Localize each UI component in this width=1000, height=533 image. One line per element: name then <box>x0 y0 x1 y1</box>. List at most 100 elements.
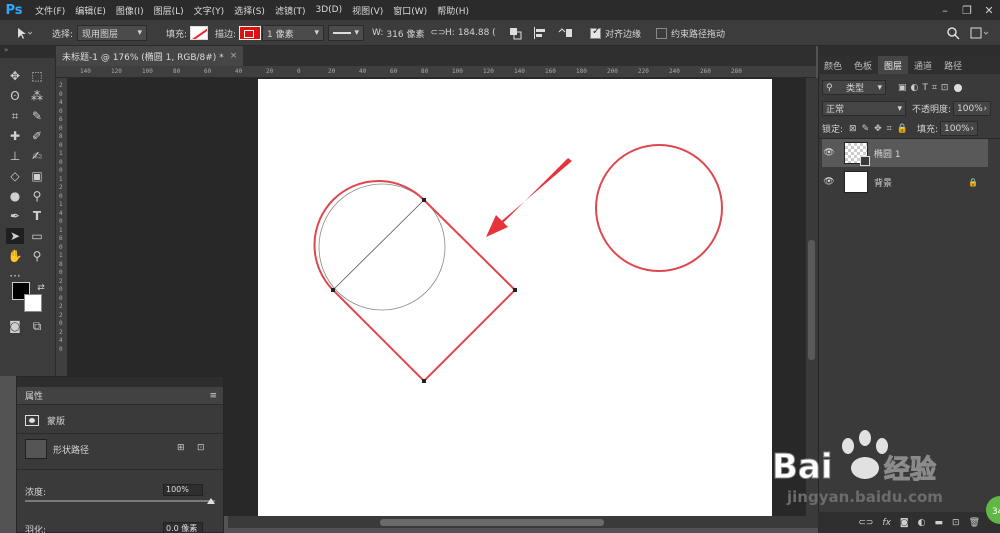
rectangle-tool-icon[interactable]: ▭ <box>28 228 46 244</box>
eraser-tool-icon[interactable]: ◇ <box>6 168 24 184</box>
add-mask-icon[interactable]: ⊞ <box>177 443 185 453</box>
density-input[interactable]: 100% <box>163 484 203 496</box>
search-icon[interactable] <box>946 24 960 42</box>
lasso-tool-icon[interactable]: ʘ <box>6 88 24 104</box>
hand-tool-icon[interactable]: ✋ <box>6 248 24 264</box>
stroke-type-dropdown[interactable]: ▾ <box>328 25 364 41</box>
history-brush-tool-icon[interactable]: ✍ <box>28 148 46 164</box>
tab-color[interactable]: 颜色 <box>818 56 848 74</box>
layer-kind-filter[interactable]: ⚲ 类型 ▾ <box>822 80 886 95</box>
path-selection-tool-icon[interactable]: ➤ <box>6 228 24 244</box>
dodge-tool-icon[interactable]: ⚲ <box>28 188 46 204</box>
menu-select[interactable]: 选择(S) <box>229 4 270 17</box>
stroke-swatch[interactable] <box>239 26 262 40</box>
tab-layers[interactable]: 图层 <box>878 56 909 74</box>
blur-tool-icon[interactable]: ● <box>6 188 24 204</box>
feather-input[interactable]: 0.0 像素 <box>163 522 203 533</box>
align-edges-checkbox[interactable] <box>590 26 601 39</box>
layer-row-ellipse[interactable]: 👁 椭圆 1 <box>822 139 988 167</box>
brush-tool-icon[interactable]: ✐ <box>28 128 46 144</box>
move-tool-icon[interactable]: ✥ <box>6 68 24 84</box>
transformed-shape[interactable] <box>313 180 517 383</box>
path-select-tool-icon[interactable] <box>14 24 32 42</box>
menu-type[interactable]: 文字(Y) <box>189 4 230 17</box>
background-color-swatch[interactable] <box>24 294 42 312</box>
stroke-width-dropdown[interactable]: 1 像素 ▾ <box>262 25 324 41</box>
swap-colors-icon[interactable]: ⇄ <box>32 280 50 296</box>
tab-channels[interactable]: 通道 <box>908 56 938 74</box>
menu-view[interactable]: 视图(V) <box>347 4 388 17</box>
minimize-icon[interactable]: – <box>934 4 956 17</box>
gradient-tool-icon[interactable]: ▣ <box>28 168 46 184</box>
filter-toggle-icon[interactable] <box>954 83 963 92</box>
vertical-scroll-thumb[interactable] <box>808 240 815 360</box>
opacity-input[interactable]: 100% › <box>953 101 992 116</box>
menu-image[interactable]: 图像(I) <box>111 4 149 17</box>
close-tab-icon[interactable]: × <box>230 51 238 61</box>
crop-tool-icon[interactable]: ⌗ <box>6 108 24 124</box>
ruler-tick-label: 0 <box>59 243 63 251</box>
close-icon[interactable]: ✕ <box>978 4 1000 17</box>
ruler-tick-label: 100 <box>142 68 153 75</box>
density-slider-knob[interactable] <box>207 498 215 504</box>
panel-dock-topbar[interactable] <box>818 46 1000 56</box>
anchor-point[interactable] <box>422 198 426 202</box>
vector-mask-icon[interactable]: ⊡ <box>197 443 205 453</box>
toolbar-collapse-icon[interactable]: » <box>0 46 56 58</box>
layer-name[interactable]: 椭圆 1 <box>874 147 901 160</box>
canvas-artwork[interactable] <box>258 79 772 518</box>
quick-mask-icon[interactable]: ◙ <box>6 318 24 334</box>
healing-brush-tool-icon[interactable]: ✚ <box>6 128 24 144</box>
menu-layer[interactable]: 图层(L) <box>149 4 189 17</box>
menu-help[interactable]: 帮助(H) <box>432 4 474 17</box>
path-alignment-icon[interactable] <box>532 24 548 42</box>
menu-filter[interactable]: 滤镜(T) <box>270 4 311 17</box>
horizontal-scroll-thumb[interactable] <box>380 519 604 526</box>
magic-wand-tool-icon[interactable]: ⁂ <box>28 88 46 104</box>
layer-row-background[interactable]: 👁 背景 🔒 <box>822 168 988 196</box>
marquee-tool-icon[interactable]: ⬚ <box>28 68 46 84</box>
constrain-path-checkbox[interactable] <box>656 27 667 39</box>
h-value[interactable]: 184.88 ( <box>458 28 496 38</box>
w-value[interactable]: 316 像素 <box>386 27 424 40</box>
clone-stamp-tool-icon[interactable]: ⊥ <box>6 148 24 164</box>
blend-mode-dropdown[interactable]: 正常 ▾ <box>822 101 906 116</box>
document-tab[interactable]: 未标题-1 @ 176% (椭圆 1, RGB/8#) * × <box>56 46 244 66</box>
ruler-tick-label: 4 <box>59 337 63 344</box>
ellipse-shape[interactable] <box>595 144 723 272</box>
tab-swatches[interactable]: 色板 <box>848 56 878 74</box>
type-tool-icon[interactable]: T <box>28 208 46 224</box>
menu-window[interactable]: 窗口(W) <box>388 4 432 17</box>
fill-swatch[interactable] <box>190 26 209 40</box>
path-arrangement-icon[interactable] <box>556 24 574 42</box>
anchor-point[interactable] <box>331 288 335 292</box>
link-icon[interactable]: ⊂⊃ <box>430 28 445 38</box>
panel-menu-icon[interactable]: ≡ <box>209 391 217 401</box>
menu-3d[interactable]: 3D(D) <box>310 5 347 15</box>
layer-name[interactable]: 背景 <box>874 176 892 189</box>
screen-mode-icon[interactable]: ⧉ <box>28 318 46 334</box>
fill-input[interactable]: 100% › <box>940 121 978 136</box>
anchor-point[interactable] <box>513 288 517 292</box>
lock-options-icons[interactable]: ⊠✎✥⌗🔒 <box>849 124 913 134</box>
pen-tool-icon[interactable]: ✒ <box>6 208 24 224</box>
select-dropdown[interactable]: 现用图层 ▾ <box>77 25 148 41</box>
properties-panel-topbar[interactable] <box>17 377 223 387</box>
tab-paths[interactable]: 路径 <box>938 56 968 74</box>
zoom-tool-icon[interactable]: ⚲ <box>28 248 46 264</box>
restore-icon[interactable]: ❐ <box>956 4 978 17</box>
menu-edit[interactable]: 编辑(E) <box>70 4 111 17</box>
path-operations-icon[interactable] <box>508 24 524 42</box>
menu-file[interactable]: 文件(F) <box>30 4 70 17</box>
visibility-eye-icon[interactable]: 👁 <box>822 177 836 187</box>
ruler-tick-label: 240 <box>669 68 680 75</box>
eyedropper-tool-icon[interactable]: ✎ <box>28 108 46 124</box>
workspace-switcher-icon[interactable] <box>970 24 990 42</box>
layer-filter-icons[interactable]: ▣◐T⌗⊡ <box>898 83 952 93</box>
chevron-down-icon: ▾ <box>897 103 902 114</box>
mask-icon <box>25 415 39 426</box>
density-slider[interactable] <box>25 500 215 502</box>
align-edges-label: 对齐边缘 <box>605 29 642 40</box>
anchor-point[interactable] <box>422 379 426 383</box>
visibility-eye-icon[interactable]: 👁 <box>822 148 836 158</box>
